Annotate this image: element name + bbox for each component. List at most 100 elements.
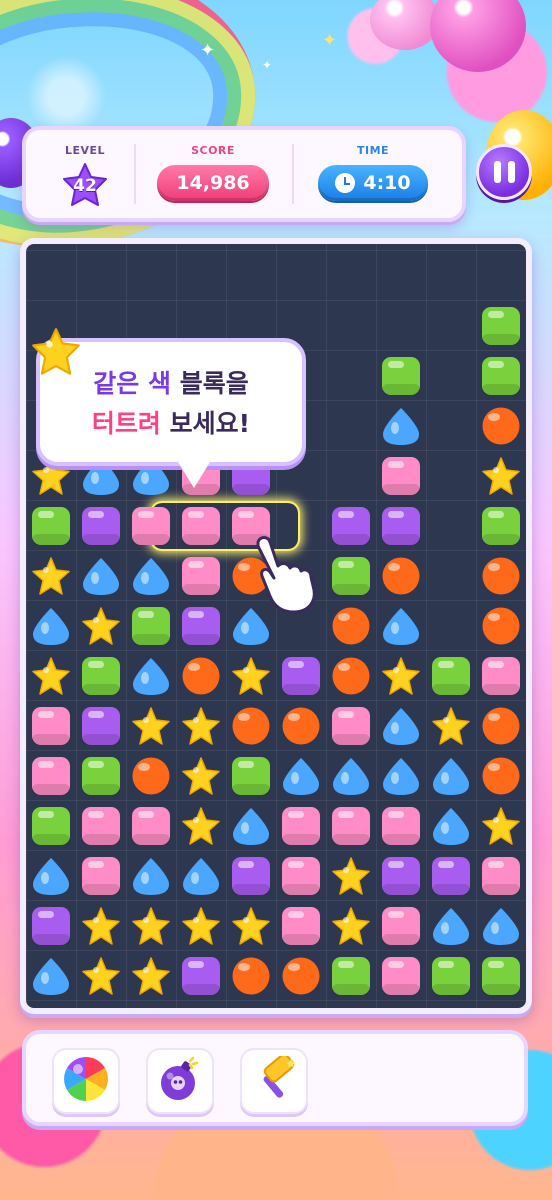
green-block[interactable] — [431, 656, 471, 696]
pink-block[interactable] — [81, 806, 121, 846]
pink-block[interactable] — [81, 856, 121, 896]
orange-ball-block[interactable] — [381, 556, 421, 596]
green-block[interactable] — [381, 356, 421, 396]
star-block[interactable] — [181, 906, 221, 946]
blue-drop-block[interactable] — [281, 756, 321, 796]
blue-drop-block[interactable] — [431, 906, 471, 946]
pink-block[interactable] — [381, 906, 421, 946]
blue-drop-block[interactable] — [81, 556, 121, 596]
orange-ball-block[interactable] — [131, 756, 171, 796]
hammer-booster[interactable] — [240, 1048, 308, 1114]
star-block[interactable] — [331, 856, 371, 896]
purple-block[interactable] — [281, 656, 321, 696]
green-block[interactable] — [481, 306, 521, 346]
blue-drop-block[interactable] — [331, 756, 371, 796]
green-block[interactable] — [431, 956, 471, 996]
green-block[interactable] — [81, 656, 121, 696]
blue-drop-block[interactable] — [181, 856, 221, 896]
star-block[interactable] — [81, 956, 121, 996]
orange-ball-block[interactable] — [331, 606, 371, 646]
orange-ball-block[interactable] — [481, 556, 521, 596]
star-block[interactable] — [81, 906, 121, 946]
green-block[interactable] — [231, 756, 271, 796]
blue-drop-block[interactable] — [131, 856, 171, 896]
purple-block[interactable] — [331, 506, 371, 546]
pause-button[interactable] — [476, 144, 532, 200]
purple-block[interactable] — [381, 506, 421, 546]
green-block[interactable] — [481, 956, 521, 996]
pink-block[interactable] — [131, 806, 171, 846]
pink-block[interactable] — [481, 856, 521, 896]
green-block[interactable] — [331, 556, 371, 596]
pink-block[interactable] — [381, 956, 421, 996]
blue-drop-block[interactable] — [431, 756, 471, 796]
pink-block[interactable] — [31, 756, 71, 796]
blue-drop-block[interactable] — [381, 756, 421, 796]
blue-drop-block[interactable] — [31, 856, 71, 896]
blue-drop-block[interactable] — [231, 806, 271, 846]
orange-ball-block[interactable] — [181, 656, 221, 696]
orange-ball-block[interactable] — [331, 656, 371, 696]
blue-drop-block[interactable] — [31, 606, 71, 646]
purple-block[interactable] — [381, 856, 421, 896]
orange-ball-block[interactable] — [481, 606, 521, 646]
pink-block[interactable] — [281, 806, 321, 846]
blue-drop-block[interactable] — [31, 956, 71, 996]
purple-block[interactable] — [181, 606, 221, 646]
rainbow-ball-booster[interactable] — [52, 1048, 120, 1114]
purple-block[interactable] — [181, 956, 221, 996]
star-block[interactable] — [31, 556, 71, 596]
orange-ball-block[interactable] — [481, 406, 521, 446]
pink-block[interactable] — [181, 556, 221, 596]
orange-ball-block[interactable] — [281, 706, 321, 746]
star-block[interactable] — [181, 806, 221, 846]
star-block[interactable] — [181, 706, 221, 746]
star-block[interactable] — [181, 756, 221, 796]
green-block[interactable] — [31, 806, 71, 846]
orange-ball-block[interactable] — [481, 706, 521, 746]
pink-block[interactable] — [281, 906, 321, 946]
star-block[interactable] — [131, 956, 171, 996]
purple-block[interactable] — [431, 856, 471, 896]
purple-block[interactable] — [81, 706, 121, 746]
blue-drop-block[interactable] — [381, 606, 421, 646]
blue-drop-block[interactable] — [381, 406, 421, 446]
blue-drop-block[interactable] — [131, 656, 171, 696]
pink-block[interactable] — [131, 506, 171, 546]
pink-block[interactable] — [281, 856, 321, 896]
green-block[interactable] — [131, 606, 171, 646]
green-block[interactable] — [81, 756, 121, 796]
purple-block[interactable] — [81, 506, 121, 546]
green-block[interactable] — [331, 956, 371, 996]
star-block[interactable] — [431, 706, 471, 746]
pink-block[interactable] — [181, 506, 221, 546]
green-block[interactable] — [481, 506, 521, 546]
blue-drop-block[interactable] — [431, 806, 471, 846]
pink-block[interactable] — [31, 706, 71, 746]
orange-ball-block[interactable] — [231, 706, 271, 746]
orange-ball-block[interactable] — [481, 756, 521, 796]
pink-block[interactable] — [381, 456, 421, 496]
pink-block[interactable] — [381, 806, 421, 846]
star-block[interactable] — [481, 456, 521, 496]
blue-drop-block[interactable] — [381, 706, 421, 746]
blue-drop-block[interactable] — [481, 906, 521, 946]
star-block[interactable] — [131, 906, 171, 946]
purple-block[interactable] — [31, 906, 71, 946]
orange-ball-block[interactable] — [231, 956, 271, 996]
star-block[interactable] — [381, 656, 421, 696]
star-block[interactable] — [231, 906, 271, 946]
green-block[interactable] — [481, 356, 521, 396]
star-block[interactable] — [331, 906, 371, 946]
blue-drop-block[interactable] — [131, 556, 171, 596]
star-block[interactable] — [81, 606, 121, 646]
star-block[interactable] — [481, 806, 521, 846]
star-block[interactable] — [131, 706, 171, 746]
pink-block[interactable] — [331, 706, 371, 746]
purple-block[interactable] — [231, 856, 271, 896]
green-block[interactable] — [31, 506, 71, 546]
star-block[interactable] — [31, 656, 71, 696]
pink-block[interactable] — [481, 656, 521, 696]
pink-block[interactable] — [331, 806, 371, 846]
bomb-booster[interactable] — [146, 1048, 214, 1114]
